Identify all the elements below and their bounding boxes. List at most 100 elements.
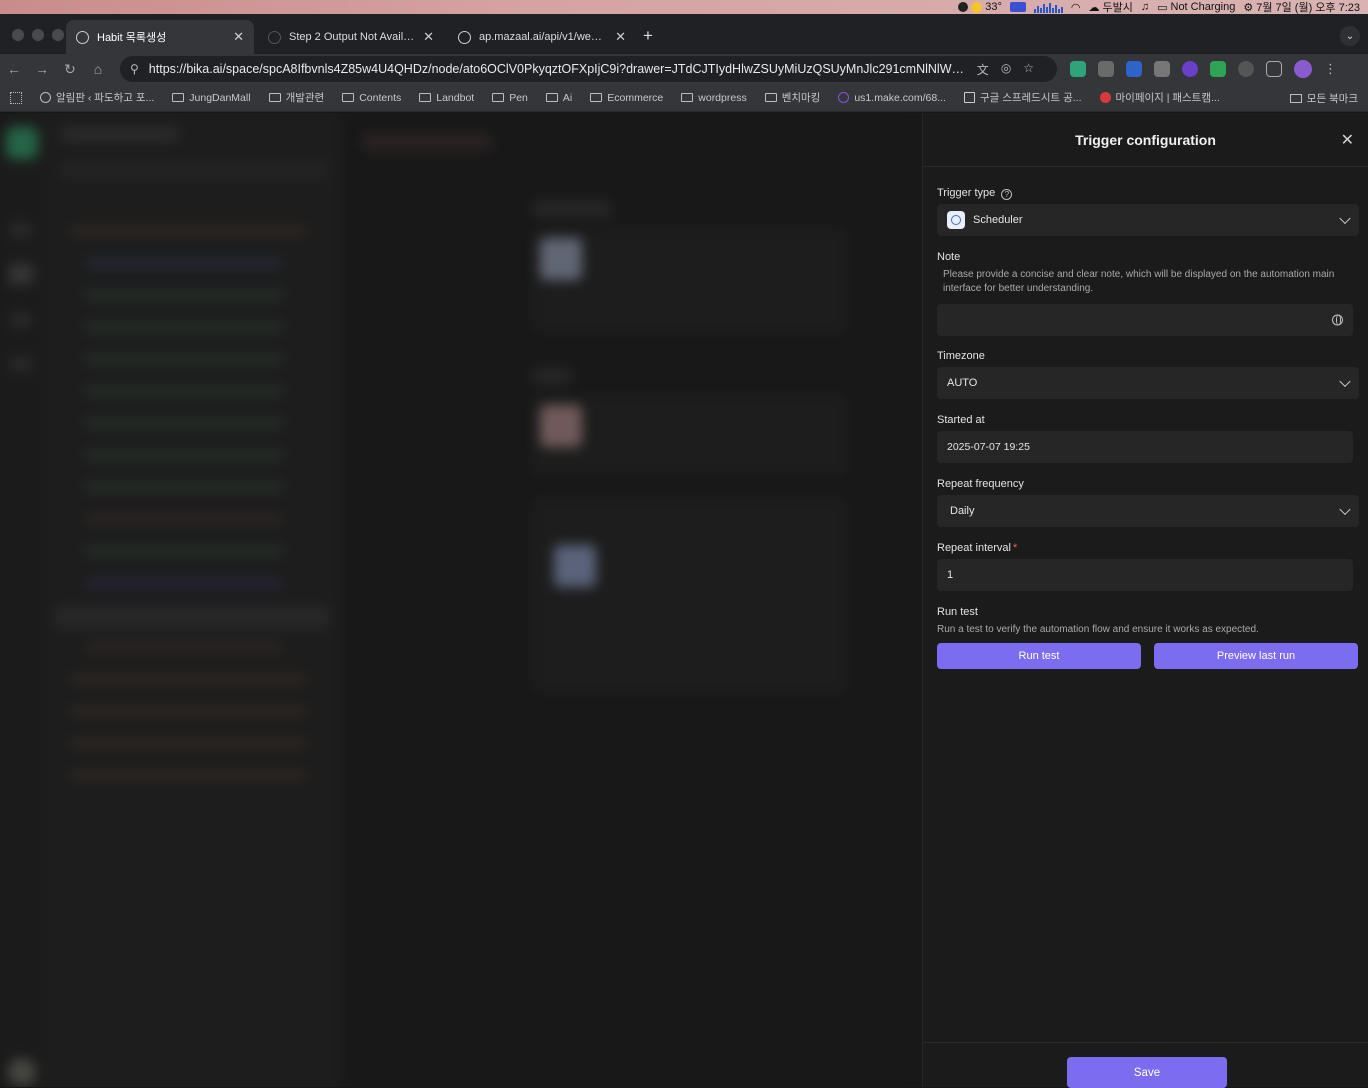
tab-close-icon[interactable]: ✕ (615, 29, 626, 45)
extension-icon[interactable] (1238, 61, 1254, 77)
run-test-button[interactable]: Run test (937, 643, 1141, 669)
blurred-main-area (342, 113, 922, 1087)
extension-icon[interactable] (1070, 61, 1086, 77)
trigger-type-select[interactable]: Scheduler (937, 204, 1359, 236)
site-info-icon[interactable]: ⚲ (130, 62, 139, 76)
bookmark-label: 구글 스프레드시트 공... (979, 92, 1082, 104)
repeat-interval-input[interactable]: 1 (937, 559, 1353, 591)
headphones-menu-item[interactable]: ♫ (1141, 1, 1149, 13)
folder-icon (545, 93, 558, 102)
close-icon[interactable]: ✕ (1341, 130, 1354, 150)
reload-button[interactable]: ↻ (56, 61, 84, 78)
repeat-frequency-label: Repeat frequency (937, 478, 1024, 490)
trigger-type-value: Scheduler (973, 214, 1023, 226)
chevron-down-icon (1339, 375, 1351, 388)
bookmark-folder[interactable]: Ai (545, 92, 572, 104)
bookmark-folder[interactable]: 벤치마킹 (764, 90, 821, 105)
help-icon[interactable]: ? (1001, 189, 1013, 200)
bookmark-label: 벤치마킹 (781, 92, 821, 104)
trigger-type-label: Trigger type? (937, 187, 1013, 200)
save-button[interactable]: Save (1067, 1057, 1227, 1088)
bookmarks-bar: 알림판 ‹ 파도하고 포... JungDanMall 개발관련 Content… (0, 84, 1368, 112)
started-at-value: 2025-07-07 19:25 (947, 441, 1030, 453)
blurred-left-rail (0, 113, 44, 1087)
folder-icon (764, 93, 777, 102)
folder-icon (492, 93, 505, 102)
bookmark-folder[interactable]: Pen (492, 92, 528, 104)
bookmark-folder[interactable]: Landbot (419, 92, 474, 104)
tab-title: Step 2 Output Not Available an (289, 31, 416, 43)
bookmark-label: Contents (359, 91, 402, 104)
apps-grid-icon[interactable] (10, 91, 22, 104)
url-text[interactable]: https://bika.ai/space/spcA8Ifbvnls4Z85w4… (149, 62, 967, 76)
bookmark-folder[interactable]: Ecommerce (590, 92, 663, 104)
trigger-configuration-drawer: Trigger configuration ✕ Trigger type? Sc… (922, 113, 1368, 1088)
sun-icon (971, 1, 983, 13)
all-bookmarks-button[interactable]: 모든 북마크 (1289, 91, 1358, 106)
puzzle-icon[interactable] (1266, 61, 1282, 77)
bookmark-label: us1.make.com/68... (854, 91, 946, 104)
tab-title: Habit 목록생성 (97, 32, 167, 44)
tab-title: ap.mazaal.ai/api/v1/webhooks (479, 31, 607, 43)
extension-icon[interactable] (1182, 61, 1198, 77)
forward-button[interactable]: → (28, 61, 56, 77)
globe-icon[interactable] (1332, 314, 1343, 326)
run-test-description: Run a test to verify the automation flow… (937, 624, 1259, 635)
folder-icon (268, 93, 281, 102)
battery-menu-item[interactable]: ▭ Not Charging (1157, 1, 1235, 14)
translate-icon[interactable]: 文 (977, 61, 989, 78)
bookmark-item[interactable]: 알림판 ‹ 파도하고 포... (40, 90, 154, 105)
back-button[interactable]: ← (0, 61, 28, 77)
new-tab-button[interactable]: + (643, 26, 653, 46)
wifi-menu-item[interactable]: ◠ (1071, 1, 1081, 14)
browser-toolbar: ← → ↻ ⌂ ⚲ https://bika.ai/space/spcA8Ifb… (0, 54, 1368, 84)
repeat-frequency-select[interactable]: Daily (937, 495, 1359, 527)
bookmark-folder[interactable]: Contents (342, 92, 401, 104)
minimize-window-button[interactable] (32, 29, 44, 41)
datetime-label: 7월 7일 (월) 오후 7:23 (1256, 2, 1360, 14)
tab-globe-icon (458, 30, 471, 44)
tab-close-icon[interactable]: ✕ (423, 29, 434, 45)
weather-location-menu-item[interactable]: ☁ 두발시 (1088, 0, 1132, 15)
weather-location-label: 두발시 (1102, 2, 1133, 14)
macos-menu-bar: 33° ◠ ☁ 두발시 ♫ ▭ Not Charging ⚙ 7월 7일 (월) 오후… (0, 0, 1368, 14)
bookmark-item[interactable]: us1.make.com/68... (838, 92, 946, 104)
preview-last-run-button[interactable]: Preview last run (1154, 643, 1358, 669)
home-button[interactable]: ⌂ (84, 61, 112, 77)
address-bar[interactable]: ⚲ https://bika.ai/space/spcA8Ifbvnls4Z85… (120, 56, 1057, 82)
bookmark-folder[interactable]: wordpress (681, 92, 747, 104)
clock-menu-item[interactable]: ⚙ 7월 7일 (월) 오후 7:23 (1243, 0, 1360, 15)
close-window-button[interactable] (12, 29, 24, 41)
camera-extension-icon[interactable] (1154, 61, 1170, 77)
extension-icon[interactable] (1126, 61, 1142, 77)
timezone-select[interactable]: AUTO (937, 367, 1359, 399)
extension-icon[interactable] (1210, 61, 1226, 77)
weather-menu-item[interactable]: 33° (958, 1, 1002, 13)
more-menu-icon[interactable]: ⋮ (1324, 61, 1337, 77)
battery-status-label: Not Charging (1170, 1, 1236, 13)
bookmark-folder[interactable]: JungDanMall (172, 92, 251, 104)
bookmark-item[interactable]: 구글 스프레드시트 공... (963, 90, 1082, 105)
bookmark-folder[interactable]: 개발관련 (268, 90, 324, 105)
screen-share-menu-item[interactable] (1009, 2, 1026, 12)
eye-off-icon[interactable]: ◎ (1001, 61, 1011, 78)
maximize-window-button[interactable] (52, 29, 64, 41)
note-input[interactable] (937, 304, 1353, 336)
bookmark-star-icon[interactable]: ☆ (1023, 61, 1034, 78)
browser-tab[interactable]: ap.mazaal.ai/api/v1/webhooks ✕ (448, 20, 636, 54)
fastcampus-icon (1099, 92, 1111, 103)
extension-icon[interactable] (1098, 61, 1114, 77)
bookmark-label: 모든 북마크 (1306, 93, 1358, 105)
tab-search-button[interactable]: ⌄ (1340, 26, 1360, 46)
folder-icon (590, 93, 603, 102)
browser-tab[interactable]: Step 2 Output Not Available an ✕ (258, 20, 444, 54)
tab-close-icon[interactable]: ✕ (233, 29, 244, 45)
started-at-input[interactable]: 2025-07-07 19:25 (937, 431, 1353, 463)
cpu-graph-menu-item[interactable] (1033, 2, 1063, 13)
browser-tab[interactable]: Habit 목록생성 ✕ (66, 20, 254, 54)
chevron-down-icon: ⌄ (1345, 30, 1355, 42)
required-mark: * (1013, 542, 1018, 554)
profile-avatar[interactable] (1294, 60, 1312, 78)
bookmark-label: Ecommerce (607, 91, 664, 104)
bookmark-item[interactable]: 마이페이지 | 패스트캠... (1099, 90, 1220, 105)
